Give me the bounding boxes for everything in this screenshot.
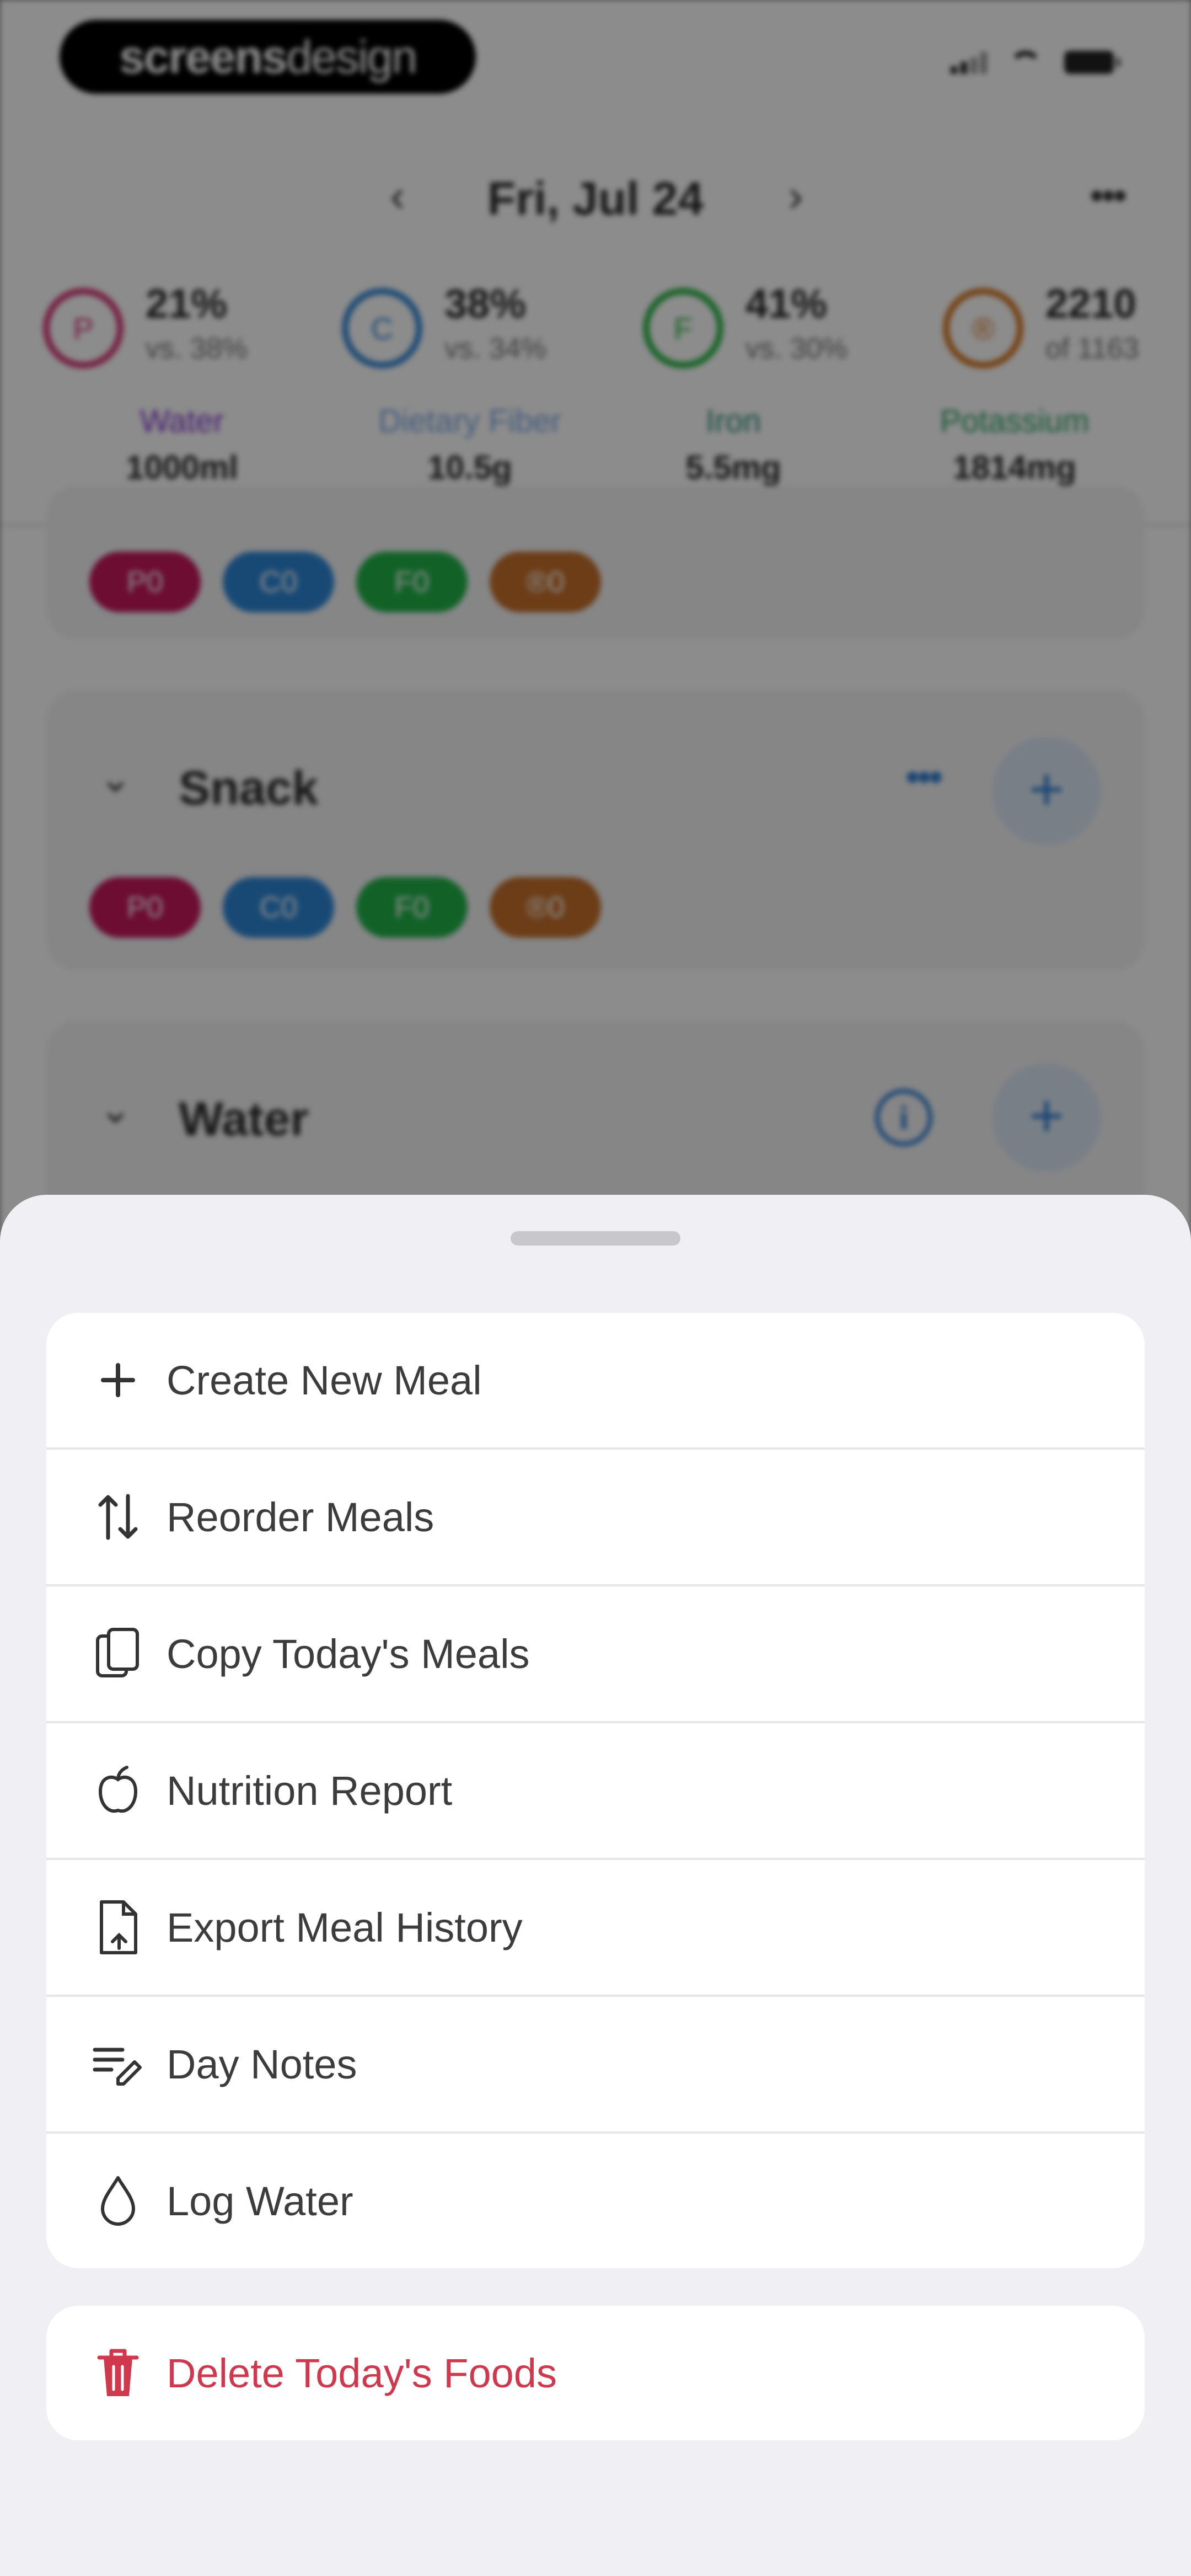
action-list: Create New Meal Reorder Meals Copy Today…: [46, 1313, 1145, 2268]
copy-todays-meals-item[interactable]: Copy Today's Meals: [46, 1586, 1145, 1723]
delete-todays-foods-item[interactable]: Delete Today's Foods: [46, 2306, 1145, 2440]
export-meal-history-item[interactable]: Export Meal History: [46, 1860, 1145, 1997]
item-label: Reorder Meals: [167, 1494, 434, 1540]
item-label: Log Water: [167, 2178, 353, 2224]
item-label: Create New Meal: [167, 1357, 482, 1403]
plus-icon: [79, 1313, 157, 1447]
delete-group: Delete Today's Foods: [46, 2306, 1145, 2440]
create-new-meal-item[interactable]: Create New Meal: [46, 1313, 1145, 1450]
item-label: Delete Today's Foods: [167, 2350, 557, 2396]
water-drop-icon: [79, 2134, 157, 2268]
notes-pencil-icon: [79, 1997, 157, 2131]
trash-icon: [79, 2306, 157, 2440]
copy-icon: [79, 1586, 157, 1721]
export-document-icon: [79, 1860, 157, 1995]
reorder-meals-item[interactable]: Reorder Meals: [46, 1450, 1145, 1586]
item-label: Export Meal History: [167, 1904, 523, 1950]
item-label: Nutrition Report: [167, 1767, 453, 1814]
apple-report-icon: [79, 1723, 157, 1858]
sheet-grabber[interactable]: [511, 1231, 680, 1246]
action-sheet: Create New Meal Reorder Meals Copy Today…: [0, 1195, 1191, 2576]
nutrition-report-item[interactable]: Nutrition Report: [46, 1723, 1145, 1860]
log-water-item[interactable]: Log Water: [46, 2134, 1145, 2268]
day-notes-item[interactable]: Day Notes: [46, 1997, 1145, 2134]
reorder-arrows-icon: [79, 1450, 157, 1584]
item-label: Copy Today's Meals: [167, 1631, 530, 1677]
item-label: Day Notes: [167, 2041, 357, 2087]
